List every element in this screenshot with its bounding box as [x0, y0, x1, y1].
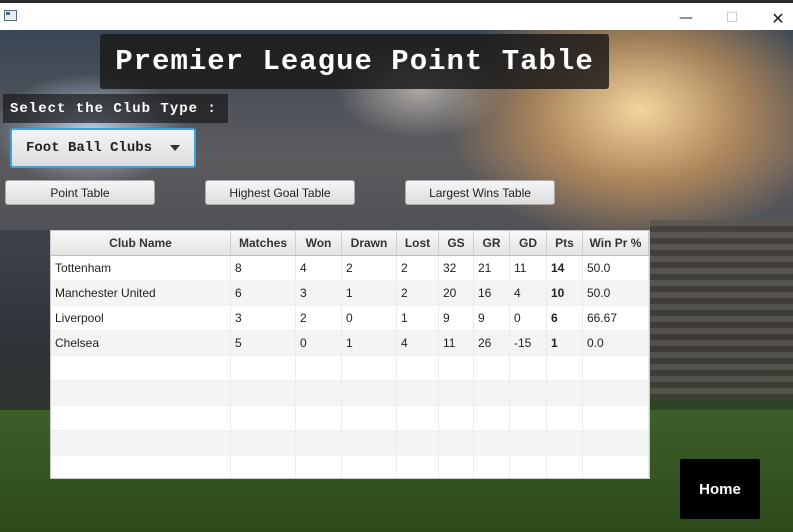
table-cell: 26: [474, 331, 510, 355]
table-cell: 20: [439, 281, 474, 305]
largest-wins-table-button[interactable]: Largest Wins Table: [405, 180, 555, 205]
page-title-panel: Premier League Point Table: [100, 34, 609, 89]
point-table-button[interactable]: Point Table: [5, 180, 155, 205]
column-header[interactable]: GR: [474, 231, 510, 255]
table-cell: 10: [547, 281, 583, 305]
column-header[interactable]: Pts: [547, 231, 583, 255]
table-cell: 3: [231, 306, 296, 330]
table-cell: 4: [510, 281, 547, 305]
table-cell: 9: [474, 306, 510, 330]
empty-table-row: [51, 356, 649, 381]
table-cell: 0: [296, 331, 342, 355]
column-header[interactable]: Drawn: [342, 231, 397, 255]
table-cell: 8: [231, 256, 296, 280]
table-row[interactable]: Manchester United 6 3 1 2 20 16 4 10 50.…: [51, 281, 649, 306]
table-cell: 11: [439, 331, 474, 355]
column-header[interactable]: Win Pr %: [583, 231, 649, 255]
table-cell: 50.0: [583, 256, 649, 280]
table-cell: 21: [474, 256, 510, 280]
empty-table-row: [51, 381, 649, 406]
column-header[interactable]: Won: [296, 231, 342, 255]
table-header: Club Name Matches Won Drawn Lost GS GR G…: [51, 231, 649, 256]
club-type-label-panel: Select the Club Type :: [3, 94, 228, 123]
table-cell: 1: [397, 306, 439, 330]
table-cell: 1: [342, 281, 397, 305]
table-cell: Liverpool: [51, 306, 231, 330]
club-type-label: Select the Club Type :: [10, 100, 217, 117]
page-title: Premier League Point Table: [115, 45, 594, 78]
column-header[interactable]: GD: [510, 231, 547, 255]
column-header[interactable]: Matches: [231, 231, 296, 255]
table-cell: Manchester United: [51, 281, 231, 305]
highest-goal-table-button[interactable]: Highest Goal Table: [205, 180, 355, 205]
app-icon: [4, 10, 17, 21]
point-table[interactable]: Club Name Matches Won Drawn Lost GS GR G…: [50, 230, 650, 479]
table-row[interactable]: Chelsea 5 0 1 4 11 26 -15 1 0.0: [51, 331, 649, 356]
table-cell: -15: [510, 331, 547, 355]
column-header[interactable]: GS: [439, 231, 474, 255]
column-header[interactable]: Club Name: [51, 231, 231, 255]
maximize-button[interactable]: ☐: [709, 6, 755, 30]
column-header[interactable]: Lost: [397, 231, 439, 255]
table-cell: 4: [296, 256, 342, 280]
empty-table-row: [51, 456, 649, 478]
club-type-dropdown[interactable]: Foot Ball Clubs: [10, 128, 196, 168]
table-row[interactable]: Tottenham 8 4 2 2 32 21 11 14 50.0: [51, 256, 649, 281]
table-cell: 3: [296, 281, 342, 305]
table-cell: 50.0: [583, 281, 649, 305]
table-cell: 0: [342, 306, 397, 330]
table-cell: 0.0: [583, 331, 649, 355]
table-cell: 16: [474, 281, 510, 305]
table-cell: 66.67: [583, 306, 649, 330]
chevron-down-icon: [170, 145, 180, 151]
empty-table-row: [51, 431, 649, 456]
table-cell: 4: [397, 331, 439, 355]
table-cell: 5: [231, 331, 296, 355]
close-button[interactable]: ✕: [755, 6, 793, 30]
table-cell: 2: [296, 306, 342, 330]
table-cell: 9: [439, 306, 474, 330]
empty-table-row: [51, 406, 649, 431]
table-cell: 32: [439, 256, 474, 280]
table-cell: 1: [342, 331, 397, 355]
table-row[interactable]: Liverpool 3 2 0 1 9 9 0 6 66.67: [51, 306, 649, 331]
minimize-button[interactable]: —: [663, 6, 709, 30]
window-titlebar: — ☐ ✕: [0, 0, 793, 30]
table-cell: 2: [397, 281, 439, 305]
table-cell: Chelsea: [51, 331, 231, 355]
table-cell: 14: [547, 256, 583, 280]
table-cell: 2: [397, 256, 439, 280]
home-button[interactable]: Home: [680, 459, 760, 519]
table-cell: 11: [510, 256, 547, 280]
table-cell: 6: [547, 306, 583, 330]
club-type-selected-value: Foot Ball Clubs: [26, 140, 153, 156]
table-cell: 2: [342, 256, 397, 280]
table-cell: Tottenham: [51, 256, 231, 280]
table-cell: 1: [547, 331, 583, 355]
table-cell: 6: [231, 281, 296, 305]
stadium-stands-right: [650, 220, 793, 400]
table-cell: 0: [510, 306, 547, 330]
